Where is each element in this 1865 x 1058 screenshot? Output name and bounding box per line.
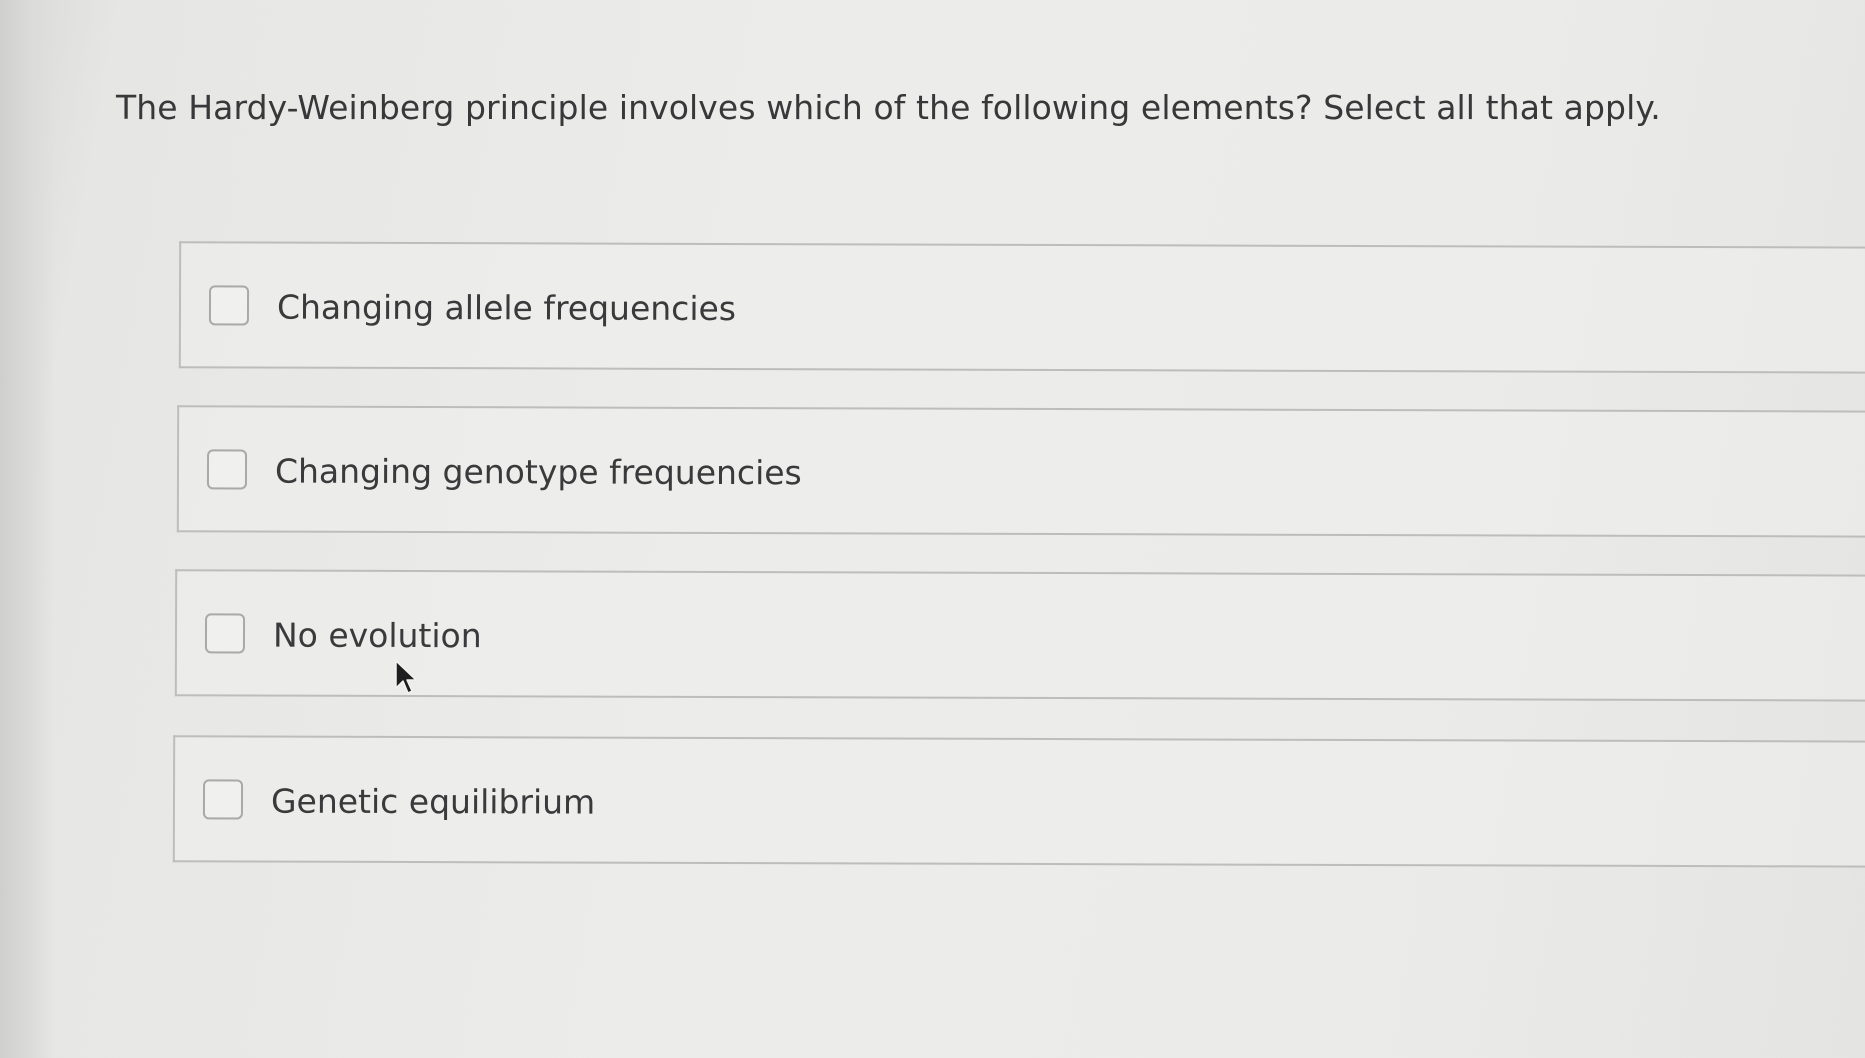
checkbox[interactable] xyxy=(206,449,248,490)
screen-edge-shade xyxy=(0,0,55,1058)
checkbox[interactable] xyxy=(202,779,244,820)
checkbox[interactable] xyxy=(208,285,250,326)
option-changing-genotype-frequencies[interactable]: Changing genotype frequencies xyxy=(176,405,1865,538)
question-text: The Hardy-Weinberg principle involves wh… xyxy=(116,88,1661,127)
mouse-pointer-icon xyxy=(395,660,417,694)
option-genetic-equilibrium[interactable]: Genetic equilibrium xyxy=(172,735,1865,868)
option-no-evolution[interactable]: No evolution xyxy=(174,569,1865,702)
option-label: Changing allele frequencies xyxy=(276,287,737,329)
option-label: No evolution xyxy=(272,615,482,656)
option-label: Changing genotype frequencies xyxy=(274,451,802,493)
checkbox[interactable] xyxy=(204,613,246,654)
option-changing-allele-frequencies[interactable]: Changing allele frequencies xyxy=(178,241,1865,374)
option-label: Genetic equilibrium xyxy=(270,781,596,822)
